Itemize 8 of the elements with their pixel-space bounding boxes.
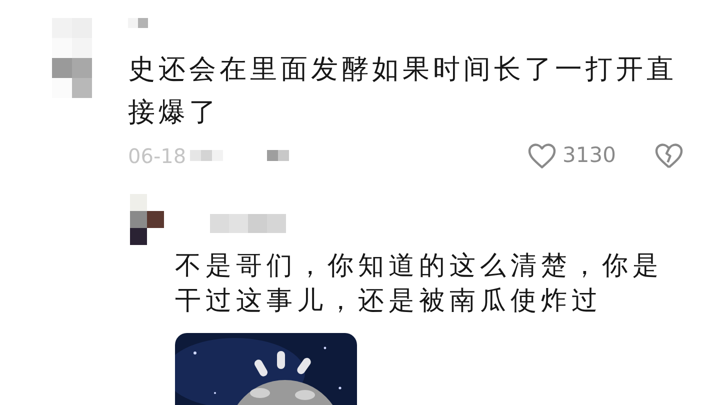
comment-date: 06-18	[128, 142, 186, 170]
reply-text: 不是哥们，你知道的这么清楚，你是干过这事儿，还是被南瓜使炸过	[175, 250, 664, 318]
reply-avatar	[130, 194, 164, 244]
broken-heart-icon[interactable]	[654, 142, 684, 170]
like-count: 3130	[562, 142, 616, 169]
username	[128, 18, 148, 28]
heart-icon[interactable]	[526, 142, 557, 170]
comment-text: 史还会在里面发酵如果时间长了一打开直接爆了	[128, 53, 678, 130]
